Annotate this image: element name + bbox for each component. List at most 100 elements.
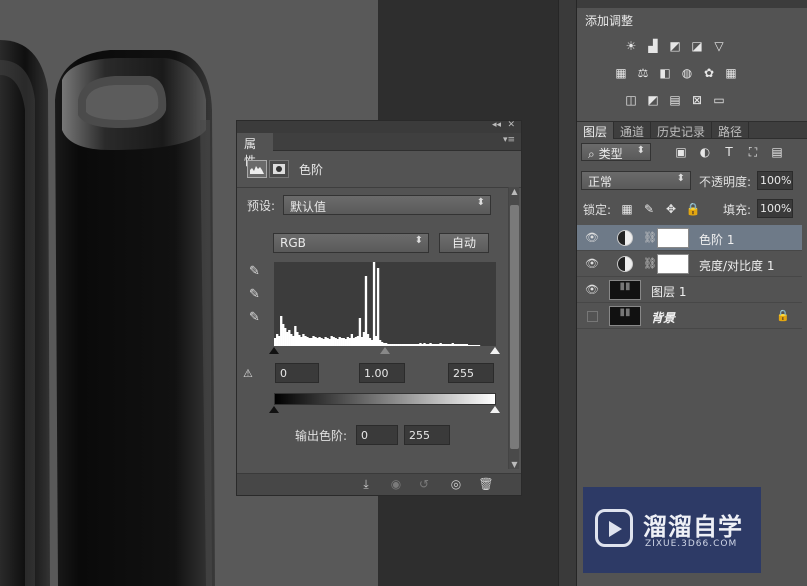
histogram-bar [401, 344, 404, 346]
input-black-field[interactable]: 0 [275, 363, 319, 383]
color-lookup-icon[interactable]: ▦ [723, 65, 739, 81]
clip-to-layer-icon[interactable]: ⤓ [357, 477, 375, 493]
layer-name[interactable]: 色阶 1 [699, 231, 734, 248]
lock-move-icon[interactable]: ✥ [663, 201, 679, 217]
histogram-bar [378, 340, 382, 346]
tab-layers[interactable]: 图层 [577, 122, 615, 139]
gradient-map-icon[interactable]: ▭ [711, 92, 727, 108]
layer-name[interactable]: 亮度/对比度 1 [699, 257, 775, 274]
filter-pixel-icon[interactable]: ▣ [673, 144, 689, 160]
histogram-bar [354, 337, 358, 346]
histogram-bar [312, 336, 315, 346]
channel-dropdown[interactable]: RGB ⬍ [273, 233, 429, 253]
scroll-up-icon[interactable]: ▲ [509, 187, 520, 196]
properties-scrollbar[interactable]: ▲ ▼ [508, 187, 519, 469]
link-chain-icon[interactable]: ⛓ [643, 257, 657, 270]
trash-icon[interactable]: 🗑 [477, 477, 495, 493]
panel-titlebar[interactable]: ◂◂ ✕ [237, 120, 521, 133]
tab-channels[interactable]: 通道 [614, 122, 652, 139]
scroll-thumb[interactable] [510, 205, 519, 449]
curves-icon[interactable]: ◩ [667, 38, 683, 54]
visibility-eye-icon[interactable]: 👁 [585, 257, 599, 271]
photo-filter-icon[interactable]: ◍ [679, 65, 695, 81]
preset-dropdown[interactable]: 默认值 ⬍ [283, 195, 491, 215]
properties-footer: ⤓ ◉ ↺ ◎ 🗑 [237, 473, 521, 495]
layer-row[interactable]: 👁 ▮▮ 图层 1 [577, 277, 802, 303]
link-chain-icon[interactable]: ⛓ [643, 231, 657, 244]
auto-button[interactable]: 自动 [439, 233, 489, 253]
histogram-bar [336, 339, 339, 346]
histogram-bar [427, 344, 430, 346]
blend-mode-dropdown[interactable]: 正常 ⬍ [581, 171, 691, 190]
mask-icon[interactable] [269, 160, 289, 178]
threshold-icon[interactable]: ▤ [667, 92, 683, 108]
visibility-off-box[interactable] [587, 311, 598, 322]
visibility-eye-icon[interactable]: 👁 [585, 283, 599, 297]
histogram-bar [475, 345, 479, 346]
black-eyedropper-icon[interactable]: ✎ [249, 264, 263, 280]
gray-eyedropper-icon[interactable]: ✎ [249, 287, 263, 303]
input-white-slider[interactable] [490, 347, 500, 354]
layer-row[interactable]: 👁 ⛓ 亮度/对比度 1 [577, 251, 802, 277]
layer-row[interactable]: ▮▮ 背景 🔒 [577, 303, 802, 329]
visibility-eye-icon[interactable]: ◎ [447, 477, 465, 493]
filter-adjustment-icon[interactable]: ◐ [697, 144, 713, 160]
histogram-bar [342, 338, 345, 346]
input-black-slider[interactable] [269, 347, 279, 354]
adjustments-tabbar[interactable] [577, 0, 807, 8]
output-levels-label: 输出色阶: [295, 429, 348, 443]
invert-icon[interactable]: ◫ [623, 92, 639, 108]
histogram-bar [433, 344, 436, 346]
reset-icon[interactable]: ↺ [415, 477, 433, 493]
input-gamma-field[interactable]: 1.00 [359, 363, 405, 383]
levels-adjustment-icon[interactable] [247, 160, 267, 178]
filter-smart-icon[interactable]: ▤ [769, 144, 785, 160]
brightness-contrast-icon[interactable]: ☀ [623, 38, 639, 54]
view-previous-icon[interactable]: ◉ [387, 477, 405, 493]
fill-field[interactable]: 100% [757, 199, 793, 218]
histogram-bar [471, 345, 475, 346]
channel-mixer-icon[interactable]: ✿ [701, 65, 717, 81]
panel-menu-icon[interactable]: ▾≡ [503, 135, 515, 145]
tab-paths[interactable]: 路径 [712, 122, 750, 139]
output-white-field[interactable]: 255 [404, 425, 450, 445]
selective-color-icon[interactable]: ⊠ [689, 92, 705, 108]
layer-mask-thumbnail[interactable] [657, 254, 689, 274]
clipping-warning-icon[interactable]: ⚠ [243, 367, 253, 380]
lock-all-icon[interactable]: 🔒 [685, 201, 701, 217]
lock-transparent-icon[interactable]: ▦ [619, 201, 635, 217]
histogram-bar [300, 337, 303, 346]
tab-properties[interactable]: 属性 [237, 133, 273, 168]
visibility-eye-icon[interactable]: 👁 [585, 231, 599, 245]
layer-filter-dropdown[interactable]: ⌕ 类型 ⬍ [581, 143, 651, 161]
white-eyedropper-icon[interactable]: ✎ [249, 310, 263, 326]
collapse-icon[interactable]: ◂◂ [492, 120, 501, 130]
layer-name[interactable]: 背景 [651, 309, 675, 326]
levels-icon[interactable]: ▟ [645, 38, 661, 54]
histogram-bar [316, 338, 319, 346]
exposure-icon[interactable]: ◪ [689, 38, 705, 54]
input-gamma-slider[interactable] [380, 347, 390, 354]
filter-shape-icon[interactable]: ⛶ [745, 144, 761, 160]
lock-label: 锁定: [583, 203, 612, 217]
layer-mask-thumbnail[interactable] [657, 228, 689, 248]
layer-row[interactable]: 👁 ⛓ 色阶 1 [577, 225, 802, 251]
vibrance-icon[interactable]: ▽ [711, 38, 727, 54]
hue-saturation-icon[interactable]: ▦ [613, 65, 629, 81]
output-white-slider[interactable] [490, 406, 500, 413]
close-icon[interactable]: ✕ [507, 120, 515, 130]
scroll-down-icon[interactable]: ▼ [509, 460, 520, 469]
histogram-bar [284, 328, 287, 346]
output-black-slider[interactable] [269, 406, 279, 413]
output-black-field[interactable]: 0 [356, 425, 398, 445]
filter-type-icon[interactable]: T [721, 144, 737, 160]
input-white-field[interactable]: 255 [448, 363, 494, 383]
layer-name[interactable]: 图层 1 [651, 283, 686, 300]
tab-history[interactable]: 历史记录 [651, 122, 713, 139]
opacity-field[interactable]: 100% [757, 171, 793, 190]
panel-title: 色阶 [299, 162, 324, 177]
posterize-icon[interactable]: ◩ [645, 92, 661, 108]
black-white-icon[interactable]: ◧ [657, 65, 673, 81]
lock-paint-icon[interactable]: ✎ [641, 201, 657, 217]
color-balance-icon[interactable]: ⚖ [635, 65, 651, 81]
